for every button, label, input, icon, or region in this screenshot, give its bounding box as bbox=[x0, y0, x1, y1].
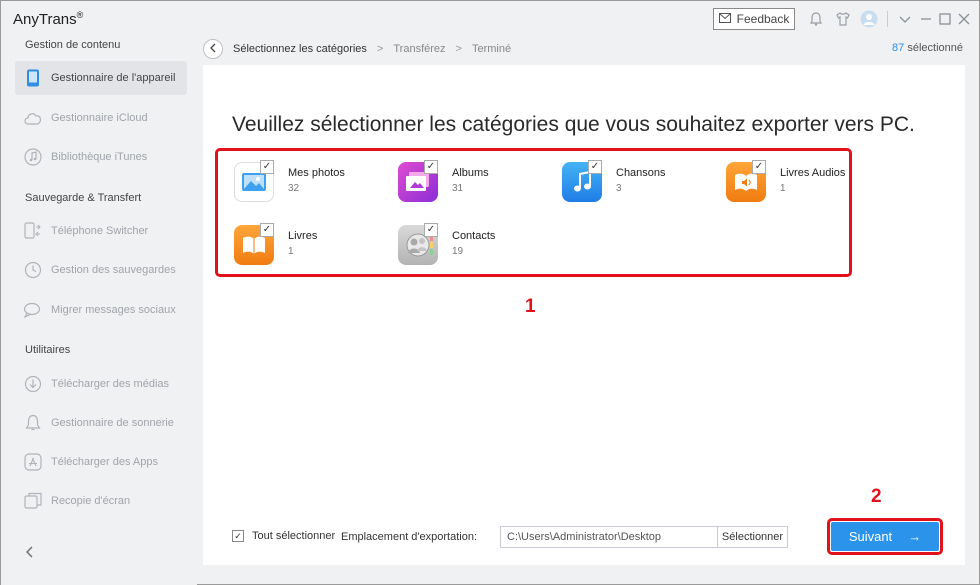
sidebar-section-title: Sauvegarde & Transfert bbox=[25, 192, 142, 204]
sidebar-item-label: Recopie d'écran bbox=[51, 495, 131, 507]
sidebar-item-backup-manager[interactable]: Gestion des sauvegardes bbox=[15, 253, 187, 287]
chat-icon bbox=[23, 300, 43, 320]
selected-count-label: sélectionné bbox=[907, 42, 963, 54]
sidebar-item-itunes[interactable]: Bibliothèque iTunes bbox=[15, 140, 187, 174]
category-checkbox[interactable]: ✓ bbox=[424, 160, 438, 174]
sidebar-item-label: Migrer messages sociaux bbox=[51, 304, 176, 316]
sidebar-item-device-manager[interactable]: Gestionnaire de l'appareil bbox=[15, 61, 187, 95]
sidebar-item-label: Gestionnaire de sonnerie bbox=[51, 417, 174, 429]
feedback-label: Feedback bbox=[736, 12, 790, 26]
sidebar-item-app-download[interactable]: Télécharger des Apps bbox=[15, 445, 187, 479]
page-title: Veuillez sélectionner les catégories que… bbox=[232, 113, 915, 136]
export-location-label: Emplacement d'exportation: bbox=[341, 531, 478, 543]
category-name: Chansons bbox=[616, 167, 666, 179]
tshirt-icon[interactable] bbox=[834, 10, 852, 28]
sidebar-section-title: Utilitaires bbox=[25, 344, 71, 356]
category-songs[interactable]: ✓ Chansons 3 bbox=[562, 160, 712, 206]
app-store-icon bbox=[23, 452, 43, 472]
category-checkbox[interactable]: ✓ bbox=[588, 160, 602, 174]
sidebar-item-label: Téléphone Switcher bbox=[51, 225, 149, 237]
cloud-icon bbox=[23, 108, 43, 128]
category-contacts[interactable]: ✓ Contacts 19 bbox=[398, 223, 548, 269]
app-title: AnyTrans® bbox=[13, 10, 84, 28]
chevron-down-icon[interactable] bbox=[896, 10, 914, 28]
arrow-right-icon: → bbox=[908, 529, 922, 544]
category-name: Mes photos bbox=[288, 167, 345, 179]
maximize-icon[interactable] bbox=[936, 10, 954, 28]
selected-count-number: 87 bbox=[892, 42, 905, 54]
sidebar-section-title: Gestion de contenu bbox=[25, 39, 121, 51]
close-icon[interactable] bbox=[955, 10, 973, 28]
sidebar-item-social-messages[interactable]: Migrer messages sociaux bbox=[15, 293, 187, 327]
category-name: Livres bbox=[288, 230, 318, 242]
breadcrumb-separator: > bbox=[376, 43, 384, 55]
breadcrumb-separator: > bbox=[455, 43, 462, 55]
minimize-icon[interactable] bbox=[917, 10, 935, 28]
titlebar-divider bbox=[887, 11, 888, 27]
sidebar-item-label: Gestionnaire de l'appareil bbox=[51, 72, 176, 84]
next-button[interactable]: Suivant → bbox=[831, 522, 939, 551]
sidebar: Gestion de contenu Gestionnaire de l'app… bbox=[1, 37, 197, 585]
sidebar-item-icloud[interactable]: Gestionnaire iCloud bbox=[15, 101, 187, 135]
category-checkbox[interactable]: ✓ bbox=[260, 223, 274, 237]
choose-folder-button[interactable]: Sélectionner bbox=[717, 526, 788, 548]
download-icon bbox=[23, 374, 43, 394]
sidebar-item-ringtone-manager[interactable]: Gestionnaire de sonnerie bbox=[15, 406, 187, 440]
back-button[interactable] bbox=[203, 39, 223, 59]
sidebar-item-label: Télécharger des Apps bbox=[51, 456, 159, 468]
select-all-label: Tout sélectionner bbox=[252, 530, 336, 542]
notification-bell-icon[interactable] bbox=[807, 10, 825, 28]
app-window: AnyTrans® Feedback Gestion de contenu Ge… bbox=[0, 0, 980, 585]
category-count: 1 bbox=[780, 183, 786, 194]
category-books[interactable]: ✓ Livres 1 bbox=[234, 223, 384, 269]
category-audiobooks[interactable]: ✓ Livres Audios 1 bbox=[726, 160, 876, 206]
sidebar-item-screen-mirror[interactable]: Recopie d'écran bbox=[15, 484, 187, 518]
category-photos[interactable]: ✓ Mes photos 32 bbox=[234, 160, 384, 206]
export-path-input[interactable] bbox=[500, 526, 718, 548]
collapse-sidebar-chevron-icon[interactable] bbox=[25, 545, 35, 561]
next-button-label: Suivant bbox=[848, 529, 893, 544]
checkbox-check-icon: ✓ bbox=[232, 530, 244, 542]
category-count: 1 bbox=[288, 246, 294, 257]
bell-icon bbox=[23, 413, 43, 433]
breadcrumb-step-select: Sélectionnez les catégories bbox=[233, 43, 367, 55]
category-name: Contacts bbox=[452, 230, 496, 242]
selected-count: 87 sélectionné bbox=[892, 42, 963, 54]
category-checkbox[interactable]: ✓ bbox=[260, 160, 274, 174]
phone-icon bbox=[23, 68, 43, 88]
category-count: 31 bbox=[452, 183, 464, 194]
category-count: 19 bbox=[452, 246, 464, 257]
feedback-button[interactable]: Feedback bbox=[713, 8, 795, 30]
mail-icon bbox=[718, 12, 731, 26]
breadcrumb: Sélectionnez les catégories > Transférez… bbox=[203, 38, 511, 60]
sidebar-item-label: Gestionnaire iCloud bbox=[51, 112, 148, 124]
sidebar-item-phone-switcher[interactable]: Téléphone Switcher bbox=[15, 214, 187, 248]
sidebar-item-label: Bibliothèque iTunes bbox=[51, 151, 148, 163]
chevron-left-icon bbox=[209, 43, 217, 56]
category-name: Albums bbox=[452, 167, 489, 179]
history-icon bbox=[23, 260, 43, 280]
title-bar: AnyTrans® Feedback bbox=[1, 1, 979, 37]
registered-mark: ® bbox=[76, 10, 84, 20]
main-panel bbox=[203, 65, 965, 565]
category-count: 3 bbox=[616, 183, 622, 194]
sidebar-item-label: Gestion des sauvegardes bbox=[51, 264, 176, 276]
category-checkbox[interactable]: ✓ bbox=[424, 223, 438, 237]
screen-mirror-icon bbox=[23, 491, 43, 511]
category-name: Livres Audios bbox=[780, 167, 846, 179]
category-count: 32 bbox=[288, 183, 300, 194]
category-checkbox[interactable]: ✓ bbox=[752, 160, 766, 174]
user-avatar-icon[interactable] bbox=[860, 10, 878, 28]
phone-switch-icon bbox=[23, 221, 43, 241]
annotation-marker-1: 1 bbox=[525, 296, 536, 317]
music-note-icon bbox=[23, 147, 43, 167]
annotation-marker-2: 2 bbox=[871, 486, 882, 507]
category-albums[interactable]: ✓ Albums 31 bbox=[398, 160, 548, 206]
sidebar-item-media-download[interactable]: Télécharger des médias bbox=[15, 367, 187, 401]
breadcrumb-step-done: Terminé bbox=[471, 43, 512, 55]
sidebar-item-label: Télécharger des médias bbox=[51, 378, 170, 390]
breadcrumb-step-transfer: Transférez bbox=[393, 43, 446, 55]
select-all-checkbox[interactable]: ✓ Tout sélectionner bbox=[232, 530, 335, 542]
